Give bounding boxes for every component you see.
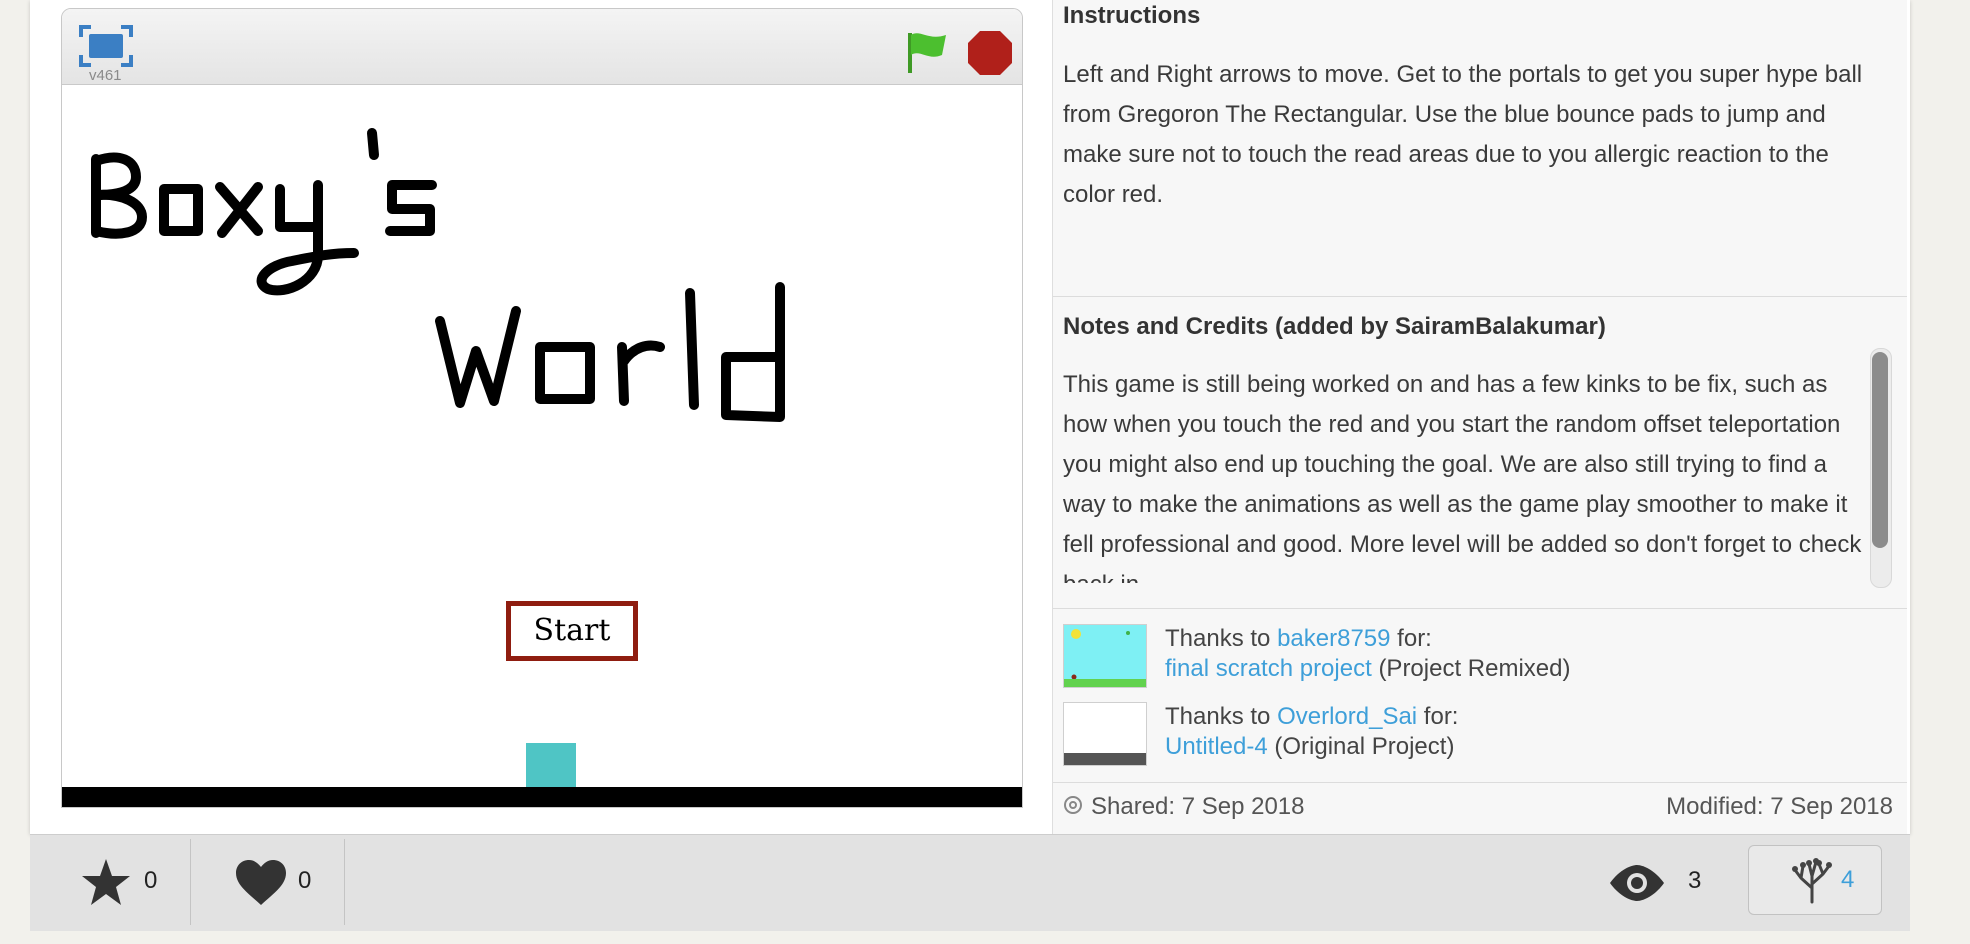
love-count: 0: [298, 867, 312, 894]
favorite-count: 0: [144, 867, 158, 894]
notes-scrollbar-thumb[interactable]: [1872, 352, 1888, 548]
modified-date: Modified: 7 Sep 2018: [1666, 793, 1893, 820]
star-icon: [82, 859, 130, 905]
project-player: v461 Start: [61, 8, 1023, 808]
shared-icon: [1064, 796, 1082, 814]
green-flag-icon[interactable]: [902, 27, 952, 77]
credit-project-link[interactable]: Untitled-4: [1165, 733, 1268, 760]
divider: [1053, 608, 1907, 609]
game-stage[interactable]: Start: [62, 85, 1022, 807]
credit-item: Thanks to baker8759 for: final scratch p…: [1063, 624, 1903, 688]
credit-kind: (Project Remixed): [1378, 655, 1571, 682]
project-notes-panel: Instructions Left and Right arrows to mo…: [1052, 0, 1907, 834]
credit-thumbnail[interactable]: [1063, 624, 1147, 688]
player-sprite: [526, 743, 576, 793]
credit-suffix: for:: [1423, 703, 1459, 730]
credit-kind: (Original Project): [1274, 733, 1455, 760]
start-button-label: Start: [534, 613, 611, 648]
credit-thumbnail[interactable]: [1063, 702, 1147, 766]
eye-icon: [1610, 865, 1664, 901]
divider: [190, 839, 191, 925]
credit-project-link[interactable]: final scratch project: [1165, 655, 1372, 682]
divider: [1053, 782, 1907, 783]
notes-text: This game is still being worked on and h…: [1063, 371, 1862, 583]
title-drawing: [91, 128, 785, 422]
views-count: 3: [1688, 867, 1702, 894]
credit-user-link[interactable]: Overlord_Sai: [1277, 703, 1417, 730]
credit-user-link[interactable]: baker8759: [1277, 625, 1390, 652]
credit-prefix: Thanks to: [1165, 703, 1271, 730]
instructions-text: Left and Right arrows to move. Get to th…: [1063, 61, 1863, 208]
remix-count: 4: [1841, 866, 1855, 893]
views-stat: 3: [1608, 835, 1718, 931]
player-controls-bar: v461: [62, 9, 1022, 85]
divider: [1053, 296, 1907, 297]
fullscreen-icon[interactable]: [79, 25, 133, 67]
credit-suffix: for:: [1397, 625, 1432, 652]
start-button[interactable]: Start: [506, 601, 638, 661]
instructions-title: Instructions: [1063, 2, 1201, 29]
notes-title: Notes and Credits (added by SairamBalaku…: [1063, 313, 1606, 340]
love-button[interactable]: 0: [234, 835, 344, 931]
favorite-button[interactable]: 0: [80, 835, 190, 931]
heart-icon: [236, 860, 286, 905]
credit-item: Thanks to Overlord_Sai for: Untitled-4 (…: [1063, 702, 1903, 766]
divider: [344, 839, 345, 925]
remix-tree-icon: [1792, 858, 1832, 904]
project-stats-bar: 0 0 3 4: [30, 834, 1910, 931]
ground-platform: [62, 787, 1022, 807]
version-label: v461: [89, 67, 122, 84]
shared-date: Shared: 7 Sep 2018: [1091, 793, 1305, 820]
credit-prefix: Thanks to: [1165, 625, 1271, 652]
stop-sign-icon[interactable]: [966, 29, 1014, 77]
remix-tree-button[interactable]: 4: [1748, 845, 1882, 915]
